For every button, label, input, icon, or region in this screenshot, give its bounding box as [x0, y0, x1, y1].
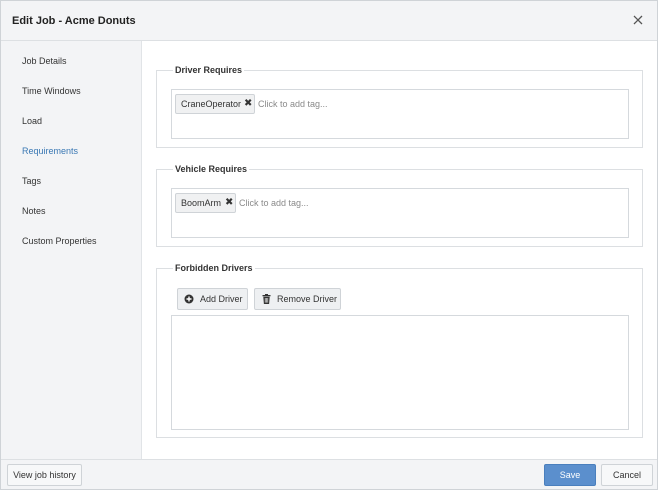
forbidden-drivers-list[interactable]	[171, 315, 629, 430]
vehicle-tag-boomarm: BoomArm ✖	[175, 193, 236, 213]
tag-remove-icon[interactable]: ✖	[244, 95, 252, 113]
tag-remove-icon[interactable]: ✖	[225, 194, 233, 212]
sidebar-item-notes[interactable]: Notes	[22, 206, 46, 216]
driver-requires-legend: Driver Requires	[173, 65, 245, 75]
tag-label: BoomArm	[181, 198, 222, 208]
trash-icon	[262, 294, 271, 304]
driver-tag-craneoperator: CraneOperator ✖	[175, 94, 255, 114]
sidebar-item-time-windows[interactable]: Time Windows	[22, 86, 81, 96]
remove-driver-button[interactable]: Remove Driver	[254, 288, 341, 310]
forbidden-drivers-legend: Forbidden Drivers	[173, 263, 255, 273]
add-driver-button[interactable]: Add Driver	[177, 288, 248, 310]
remove-driver-label: Remove Driver	[277, 294, 338, 304]
driver-requires-tag-input[interactable]	[258, 98, 408, 110]
dialog-title: Edit Job - Acme Donuts	[12, 15, 136, 27]
vehicle-requires-section: Vehicle Requires BoomArm ✖	[156, 164, 643, 247]
sidebar-item-tags[interactable]: Tags	[22, 176, 41, 186]
close-icon	[633, 15, 643, 25]
driver-requires-tag-box[interactable]: CraneOperator ✖	[171, 89, 629, 139]
cancel-button[interactable]: Cancel	[601, 464, 653, 486]
close-button[interactable]	[631, 13, 645, 27]
driver-requires-section: Driver Requires CraneOperator ✖	[156, 65, 643, 148]
content-panel: Driver Requires CraneOperator ✖ Vehicle …	[142, 41, 657, 459]
plus-circle-icon	[184, 294, 194, 304]
sidebar-item-requirements[interactable]: Requirements	[22, 146, 78, 156]
dialog-header: Edit Job - Acme Donuts	[1, 1, 657, 41]
forbidden-drivers-section: Forbidden Drivers Add Driver Remove Driv…	[156, 263, 643, 438]
sidebar: Job Details Time Windows Load Requiremen…	[1, 41, 142, 459]
save-button[interactable]: Save	[544, 464, 596, 486]
view-job-history-button[interactable]: View job history	[7, 464, 82, 486]
sidebar-item-load[interactable]: Load	[22, 116, 42, 126]
vehicle-requires-legend: Vehicle Requires	[173, 164, 250, 174]
sidebar-item-custom-properties[interactable]: Custom Properties	[22, 236, 97, 246]
tag-label: CraneOperator	[181, 99, 242, 109]
dialog-footer: View job history Save Cancel	[1, 459, 657, 489]
add-driver-label: Add Driver	[200, 294, 243, 304]
edit-job-dialog: Edit Job - Acme Donuts Job Details Time …	[0, 0, 658, 490]
vehicle-requires-tag-input[interactable]	[239, 197, 389, 209]
sidebar-item-job-details[interactable]: Job Details	[22, 56, 67, 66]
vehicle-requires-tag-box[interactable]: BoomArm ✖	[171, 188, 629, 238]
